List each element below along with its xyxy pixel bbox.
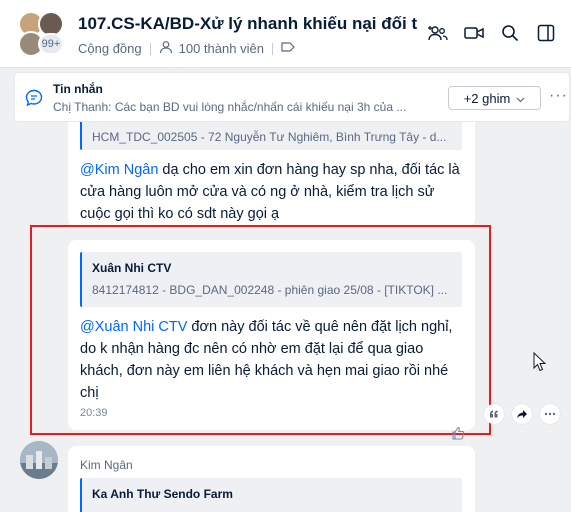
more-options-icon[interactable] <box>540 404 560 424</box>
like-reaction-icon[interactable] <box>451 426 465 445</box>
mouse-cursor-icon <box>533 351 547 377</box>
chevron-down-icon <box>516 91 525 106</box>
member-count-badge: 99+ <box>38 33 64 55</box>
pinned-message-bar[interactable]: Tin nhắn Chị Thanh: Các bạn BD vui lòng … <box>14 72 570 122</box>
message-bubble: HCM_TDC_002505 - 72 Nguyễn Tư Nghiêm, Bì… <box>68 122 475 227</box>
forward-icon[interactable] <box>512 404 532 424</box>
quoted-message[interactable]: HCM_TDC_002505 - 72 Nguyễn Tư Nghiêm, Bì… <box>80 122 462 150</box>
pinned-count-button[interactable]: +2 ghim <box>448 86 541 110</box>
members-count[interactable]: 100 thành viên <box>179 41 264 56</box>
tag-icon[interactable] <box>281 41 295 56</box>
pinned-title: Tin nhắn <box>53 82 103 96</box>
quoted-text: HCM_TDC_002505 - 72 Nguyễn Tư Nghiêm, Bì… <box>92 130 447 144</box>
video-call-icon[interactable] <box>463 22 485 44</box>
members-icon[interactable] <box>159 40 173 57</box>
quoted-message[interactable]: Ka Anh Thư Sendo Farm <box>80 478 462 512</box>
quote-reply-icon[interactable] <box>484 404 504 424</box>
add-member-icon[interactable] <box>427 22 449 44</box>
group-avatar[interactable]: 99+ <box>18 11 66 57</box>
highlight-box <box>30 225 491 435</box>
message-icon <box>25 89 43 112</box>
sender-name: Kim Ngân <box>80 458 133 472</box>
avatar[interactable] <box>20 441 58 479</box>
group-subtitle: Cộng đồng 100 thành viên <box>78 40 295 57</box>
divider <box>271 42 273 55</box>
community-label: Cộng đồng <box>78 41 142 56</box>
chat-header: 99+ 107.CS-KA/BD-Xử lý nhanh khiếu nại đ… <box>0 0 571 68</box>
mention-link[interactable]: @Kim Ngân <box>80 162 158 178</box>
message-text: @Kim Ngân dạ cho em xin đơn hàng hay sp … <box>80 162 460 222</box>
message-actions <box>484 404 560 424</box>
pinned-count-label: +2 ghim <box>463 90 511 106</box>
pinned-text[interactable]: Chị Thanh: Các bạn BD vui lòng nhắc/nhấn… <box>53 100 423 114</box>
group-title[interactable]: 107.CS-KA/BD-Xử lý nhanh khiếu nại đối t <box>78 14 418 34</box>
header-actions <box>427 22 557 44</box>
quoted-sender: Ka Anh Thư Sendo Farm <box>92 487 233 501</box>
more-options-icon[interactable]: ··· <box>549 87 568 105</box>
search-icon[interactable] <box>499 22 521 44</box>
message-bubble: Kim Ngân Ka Anh Thư Sendo Farm <box>68 446 475 512</box>
sidebar-toggle-icon[interactable] <box>535 22 557 44</box>
divider <box>149 42 151 55</box>
